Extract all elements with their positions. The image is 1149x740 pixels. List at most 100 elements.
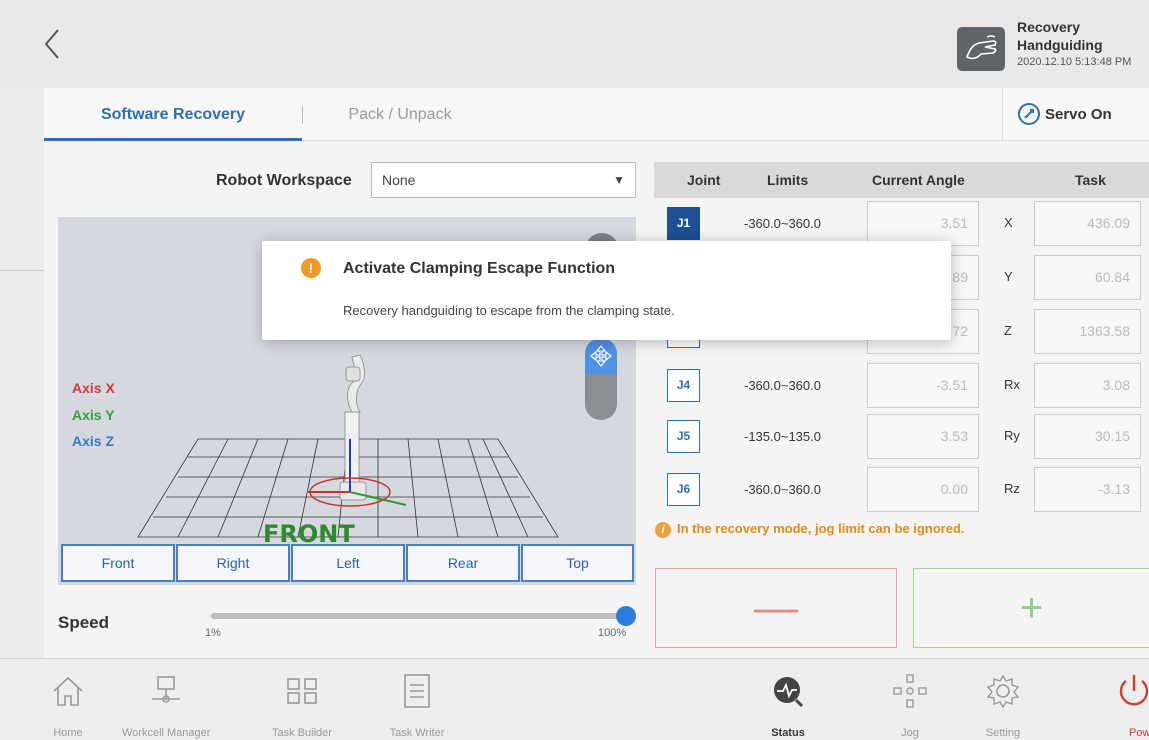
nav-task-builder-label: Task Builder (272, 727, 332, 739)
timestamp: 2020.12.10 5:13:48 PM (1017, 56, 1132, 68)
move-icon[interactable] (585, 338, 617, 374)
joint-angle: 3.51 (867, 201, 979, 246)
speed-slider-thumb[interactable] (616, 606, 636, 626)
task-axis: Ry (1004, 428, 1020, 443)
top-bar: Recovery Handguiding 2020.12.10 5:13:48 … (0, 0, 1149, 88)
workcell-icon (152, 676, 180, 703)
nav-home[interactable]: Home (40, 659, 96, 740)
joint-row: J4 -360.0~360.0 -3.51 Rx 3.08 (654, 363, 1149, 413)
speed-slider[interactable] (211, 606, 636, 626)
tab-software-recovery[interactable]: Software Recovery (44, 88, 302, 141)
nav-jog-label: Jog (901, 727, 919, 739)
view-rear-button[interactable]: Rear (406, 544, 520, 582)
clamping-escape-dialog: ! Activate Clamping Escape Function Reco… (262, 241, 951, 340)
nav-status[interactable]: Status (760, 659, 816, 740)
nav-task-builder[interactable]: Task Builder (262, 659, 342, 740)
task-value: 3.08 (1034, 363, 1141, 408)
task-value: 30.15 (1034, 414, 1141, 459)
view-left-button[interactable]: Left (291, 544, 405, 582)
joint-limit: -360.0~360.0 (744, 216, 821, 231)
divider (0, 270, 44, 271)
nav-status-label: Status (771, 727, 805, 739)
nav-jog[interactable]: Jog (882, 659, 938, 740)
tab-divider (302, 106, 303, 124)
mode-title: Recovery Handguiding (1017, 19, 1103, 53)
back-button[interactable] (38, 24, 68, 64)
nav-task-writer[interactable]: Task Writer (380, 659, 454, 740)
task-value: 60.84 (1034, 255, 1141, 300)
joint-table-header: Joint Limits Current Angle Task (654, 162, 1149, 198)
nav-power[interactable]: Power (1112, 659, 1149, 740)
joint-button-j5[interactable]: J5 (667, 420, 700, 453)
axis-x-label: Axis X (72, 380, 115, 396)
speed-max-label: 100% (598, 627, 627, 639)
nav-power-label: Power (1129, 727, 1149, 739)
view-top-button[interactable]: Top (521, 544, 634, 582)
header-limits: Limits (767, 172, 809, 188)
speed-min-label: 1% (205, 627, 221, 639)
info-icon: i (655, 522, 671, 538)
jog-limit-note-text: In the recovery mode, jog limit can be i… (677, 521, 965, 536)
joint-angle: 0.00 (867, 467, 979, 512)
exclamation-icon: ! (301, 258, 321, 278)
jog-limit-note: i In the recovery mode, jog limit can be … (655, 521, 965, 538)
dialog-title: Activate Clamping Escape Function (343, 260, 616, 277)
joint-limit: -360.0~360.0 (744, 482, 821, 497)
power-icon (1119, 675, 1149, 706)
jog-minus-button[interactable]: — (655, 568, 897, 648)
speed-label: Speed (58, 613, 110, 632)
nav-setting-label: Setting (985, 727, 1021, 739)
jog-plus-button[interactable]: + (913, 568, 1149, 648)
servo-label: Servo On (1045, 106, 1112, 123)
dropdown-arrow-icon: ▼ (613, 173, 625, 187)
joint-button-j1[interactable]: J1 (667, 207, 700, 240)
task-axis: X (1004, 215, 1013, 230)
header-joint: Joint (687, 172, 721, 188)
task-writer-icon (404, 674, 430, 708)
hand-icon (957, 27, 1005, 71)
workspace-value: None (382, 172, 416, 188)
nav-task-writer-label: Task Writer (389, 727, 445, 739)
chevron-left-icon (44, 29, 59, 59)
joint-row: J6 -360.0~360.0 0.00 Rz -3.13 (654, 467, 1149, 517)
move-tool[interactable] (585, 338, 617, 420)
speed-fill (211, 613, 626, 619)
dialog-message: Recovery handguiding to escape from the … (343, 303, 675, 318)
jog-icon (893, 674, 927, 708)
header-task: Task (1075, 172, 1106, 188)
task-axis: Rz (1004, 481, 1020, 496)
tab-bar: Software Recovery Pack / Unpack Servo On (44, 88, 1149, 141)
task-builder-icon (287, 678, 317, 704)
task-axis: Rx (1004, 377, 1020, 392)
task-axis: Z (1004, 323, 1012, 338)
joint-angle: 3.53 (867, 414, 979, 459)
joint-row: J5 -135.0~135.0 3.53 Ry 30.15 (654, 414, 1149, 464)
nav-home-label: Home (53, 727, 83, 739)
servo-icon (1018, 103, 1040, 125)
view-front-button[interactable]: Front (61, 544, 175, 582)
view-right-button[interactable]: Right (176, 544, 290, 582)
task-value: 1363.58 (1034, 309, 1141, 354)
joint-button-j4[interactable]: J4 (667, 369, 700, 402)
task-value: -3.13 (1034, 467, 1141, 512)
nav-workcell-label: Workcell Manager (122, 727, 211, 739)
axis-z-label: Axis Z (72, 433, 115, 449)
axis-y-label: Axis Y (72, 407, 115, 423)
joint-angle: -3.51 (867, 363, 979, 408)
nav-setting[interactable]: Setting (975, 659, 1031, 740)
task-axis: Y (1004, 269, 1013, 284)
workspace-label: Robot Workspace (216, 172, 352, 189)
tab-pack-unpack[interactable]: Pack / Unpack (306, 88, 494, 141)
gear-icon (986, 674, 1020, 709)
status-icon (774, 677, 804, 708)
nav-workcell-manager[interactable]: Workcell Manager (122, 659, 210, 740)
joint-button-j6[interactable]: J6 (667, 473, 700, 506)
joint-limit: -360.0~360.0 (744, 378, 821, 393)
bottom-nav: Home Workcell Manager Task Builder Task … (0, 658, 1149, 740)
workspace-select[interactable]: None ▼ (371, 162, 636, 198)
header-current-angle: Current Angle (872, 172, 965, 188)
home-icon (53, 676, 83, 706)
joint-limit: -135.0~135.0 (744, 429, 821, 444)
servo-on-button[interactable]: Servo On (1002, 88, 1149, 141)
left-strip (0, 88, 44, 658)
